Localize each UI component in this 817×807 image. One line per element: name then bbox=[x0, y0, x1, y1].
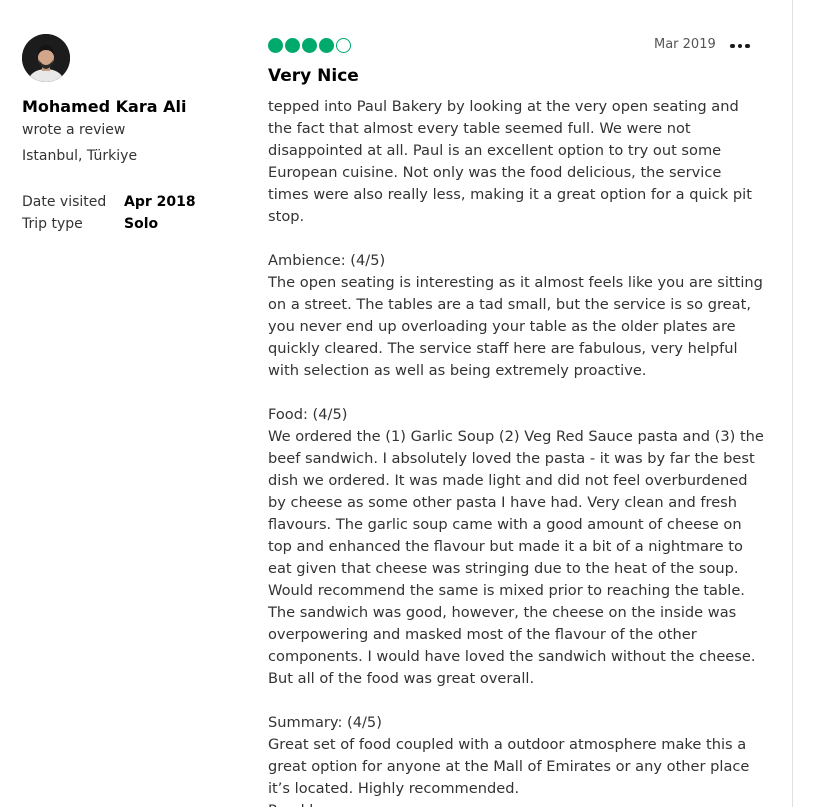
review-text-line: European cuisine. Not only was the food … bbox=[268, 164, 722, 181]
review-action-text: wrote a review bbox=[22, 122, 126, 138]
more-horizontal-icon bbox=[730, 43, 735, 49]
review-text-line: Would recommend the same is mixed prior … bbox=[268, 582, 745, 599]
date-visited-label: Date visited bbox=[22, 194, 107, 210]
review-text-line: dish we ordered. It was made light and d… bbox=[268, 472, 748, 489]
review-text-line: on a street. The tables are a tad small,… bbox=[268, 296, 751, 313]
review-text-line: the fact that almost every table seemed … bbox=[268, 120, 691, 137]
review-text-line: with selection as well as being extremel… bbox=[268, 362, 647, 379]
review-text-line: tepped into Paul Bakery by looking at th… bbox=[268, 98, 739, 115]
review-text-line: it’s located. Highly recommended. bbox=[268, 780, 520, 797]
review-text-line: eat given that cheese was stringing due … bbox=[268, 560, 739, 577]
review-text-line: stop. bbox=[268, 208, 305, 225]
rating-bubble-filled bbox=[268, 38, 283, 53]
review-text-line: times were also really less, making it a… bbox=[268, 186, 752, 203]
reviewer-avatar[interactable] bbox=[22, 34, 70, 82]
rating-bubble-filled bbox=[319, 38, 334, 53]
reviewer-name[interactable]: Mohamed Kara Ali bbox=[22, 97, 186, 116]
rating-bubble-filled bbox=[302, 38, 317, 53]
review-text-line: But all of the food was great overall. bbox=[268, 670, 535, 687]
review-text-line: you never end up overloading your table … bbox=[268, 318, 736, 335]
review-text-line: The open seating is interesting as it al… bbox=[268, 274, 763, 291]
review-text-line: The sandwich was good, however, the chee… bbox=[268, 604, 737, 621]
more-horizontal-icon bbox=[737, 43, 743, 49]
review-text-line: Great set of food coupled with a outdoor… bbox=[268, 736, 747, 753]
review-text-line: Read less bbox=[268, 800, 768, 807]
rating-bubbles bbox=[268, 38, 351, 53]
review-text-line: overpowering and masked most of the flav… bbox=[268, 626, 697, 643]
review-text-line: beef sandwich. I absolutely loved the pa… bbox=[268, 450, 755, 467]
trip-type-label: Trip type bbox=[22, 216, 83, 232]
review-text-line: Food: (4/5) bbox=[268, 406, 348, 423]
trip-type-value: Solo bbox=[124, 216, 159, 232]
review-text-line: great option for anyone at the Mall of E… bbox=[268, 758, 750, 775]
review-title[interactable]: Very Nice bbox=[268, 66, 359, 86]
review-text-line: Ambience: (4/5) bbox=[268, 252, 386, 269]
review-date: Mar 2019 bbox=[654, 37, 716, 52]
review-text-line: disappointed at all. Paul is an excellen… bbox=[268, 142, 722, 159]
user-avatar-photo-icon bbox=[22, 34, 70, 82]
review-text-line: components. I would have loved the sandw… bbox=[268, 648, 756, 665]
more-options-button[interactable] bbox=[728, 36, 752, 56]
date-visited-row: Date visited Apr 2018 bbox=[22, 194, 196, 210]
review-text-line: We ordered the (1) Garlic Soup (2) Veg R… bbox=[268, 428, 764, 445]
review-text-line: by cheese as some other pasta I have had… bbox=[268, 494, 738, 511]
column-divider bbox=[792, 0, 793, 807]
review-text-line: Summary: (4/5) bbox=[268, 714, 382, 731]
review-card: Mohamed Kara Ali wrote a review Istanbul… bbox=[0, 0, 817, 807]
review-text-line: flavours. The garlic soup came with a go… bbox=[268, 516, 742, 533]
rating-bubble-empty bbox=[336, 38, 351, 53]
review-text-line: quickly cleared. The service staff here … bbox=[268, 340, 738, 357]
date-visited-value: Apr 2018 bbox=[124, 194, 196, 210]
rating-bubble-filled bbox=[285, 38, 300, 53]
review-text-line: top and enhanced the flavour but made it… bbox=[268, 538, 743, 555]
review-body: tepped into Paul Bakery by looking at th… bbox=[268, 96, 768, 807]
reviewer-location: Istanbul, Türkiye bbox=[22, 148, 138, 164]
more-horizontal-icon bbox=[745, 43, 750, 49]
trip-type-row: Trip type Solo bbox=[22, 216, 158, 232]
